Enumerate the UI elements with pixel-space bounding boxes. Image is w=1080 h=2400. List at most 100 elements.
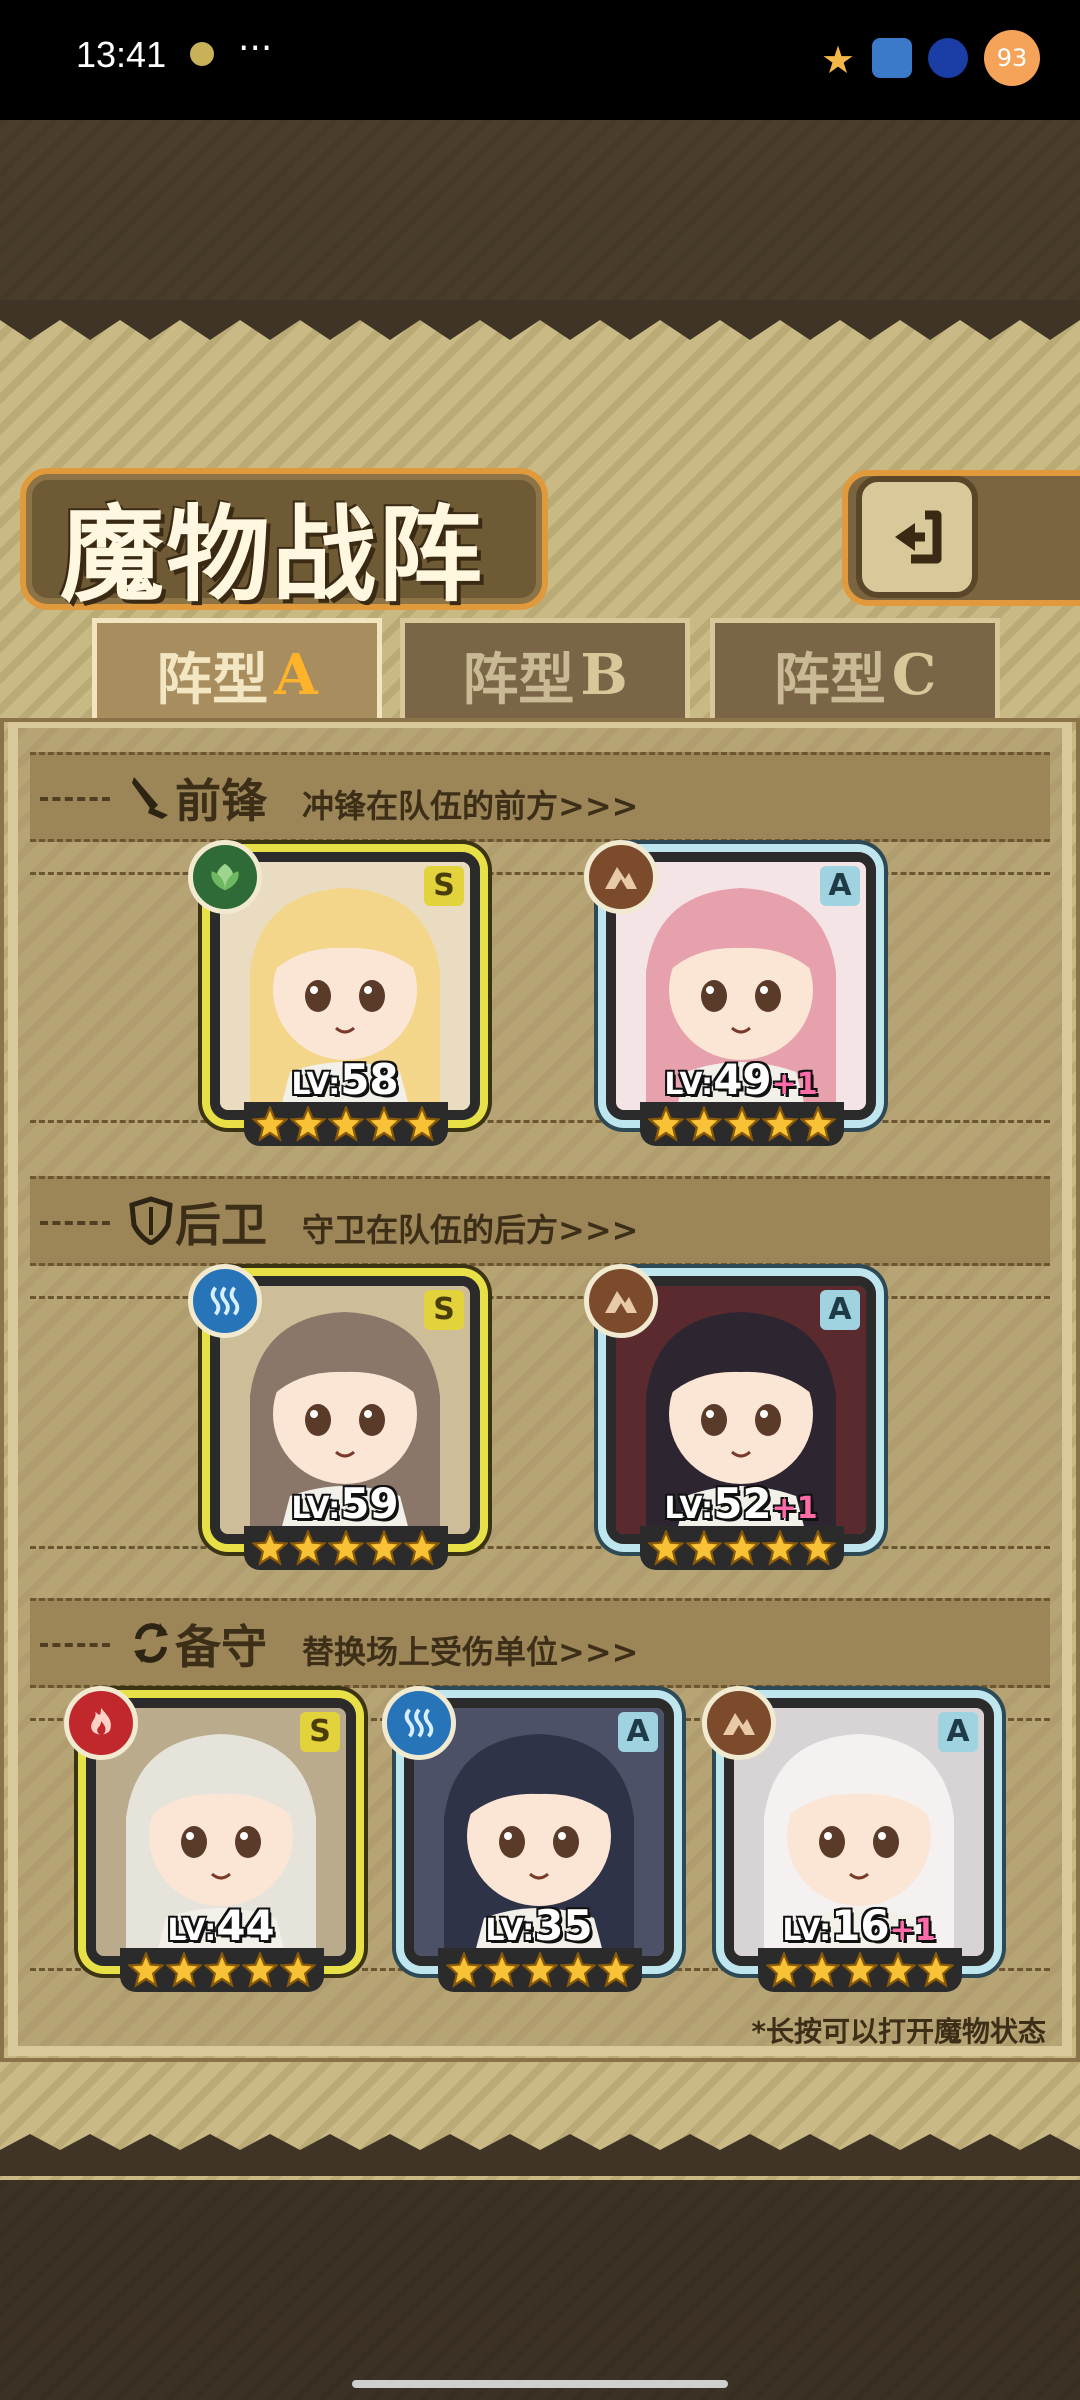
section-subtitle: 冲锋在队伍的前方>>> [302,787,639,825]
star-icon [280,1952,316,1988]
row-divider [30,1546,1050,1549]
unit-level: LV:49+1 [616,1055,866,1104]
level-value: 52 [713,1479,772,1528]
home-indicator[interactable] [352,2380,728,2388]
status-time: 13:41 [76,34,167,75]
fire-element-icon [64,1686,138,1760]
star-icon [724,1530,760,1566]
star-icon [724,1106,760,1142]
torn-edge-bottom [0,2134,1080,2176]
rank-badge: A [938,1712,978,1752]
level-prefix: LV: [291,1491,341,1526]
rank-badge: A [820,1290,860,1330]
torn-edge-top [0,300,1080,340]
star-rating [758,1948,962,1992]
section-title: 备守 [175,1620,267,1674]
star-icon [128,1952,164,1988]
long-press-hint: *长按可以打开魔物状态 [751,2015,1046,2048]
level-prefix: LV: [664,1491,714,1526]
page-title: 魔物战阵 [60,493,485,616]
tab-label: 阵型 [773,646,886,713]
unit-level: LV:59 [220,1479,470,1528]
tab-label: 阵型 [462,646,575,713]
row-divider [30,1296,1050,1299]
level-value: 59 [340,1479,399,1528]
row-divider [30,872,1050,875]
unit-level: LV:44 [96,1901,346,1950]
star-icon [290,1530,326,1566]
level-value: 16 [831,1901,890,1950]
divider [40,1643,110,1647]
star-rating [438,1948,642,1992]
water-element-icon [188,1264,262,1338]
rock-element-icon [584,1264,658,1338]
sword-icon [132,777,168,819]
rank-badge: A [820,866,860,906]
star-rating [640,1526,844,1570]
star-rating [244,1102,448,1146]
star-icon [800,1530,836,1566]
star-icon [686,1530,722,1566]
level-prefix: LV: [291,1067,341,1102]
status-bar: 13:41 ··· ★ 93 [0,0,1080,120]
rank-badge: S [424,866,464,906]
star-icon [484,1952,520,1988]
section-subtitle: 守卫在队伍的后方>>> [302,1211,639,1249]
level-value: 44 [216,1901,275,1950]
star-icon [328,1530,364,1566]
level-prefix: LV: [485,1913,535,1948]
star-icon [366,1106,402,1142]
back-button[interactable] [856,476,978,598]
star-icon [648,1530,684,1566]
swap-icon [134,1623,168,1663]
rank-badge: S [424,1290,464,1330]
star-icon [166,1952,202,1988]
rank-badge: S [300,1712,340,1752]
star-icon [762,1530,798,1566]
section-header-back: 后卫 守卫在队伍的后方>>> [30,1176,1050,1266]
tab-formation-b[interactable]: 阵型 B [400,618,690,732]
level-prefix: LV: [664,1067,714,1102]
star-icon [762,1106,798,1142]
water-element-icon [382,1686,456,1760]
star-icon [366,1530,402,1566]
star-icon [766,1952,802,1988]
grass-element-icon [188,840,262,914]
level-value: 49 [713,1055,772,1104]
app-notification-icon [190,42,214,66]
divider [40,797,110,801]
section-header-reserve: 备守 替换场上受伤单位>>> [30,1598,1050,1688]
star-icon [686,1106,722,1142]
star-icon [648,1106,684,1142]
tab-letter: C [891,642,937,708]
more-notifications-icon: ··· [238,28,273,69]
section-subtitle: 替换场上受伤单位>>> [302,1633,639,1671]
star-icon [252,1106,288,1142]
star-icon [842,1952,878,1988]
level-value: 35 [534,1901,593,1950]
level-plus: +1 [771,1067,818,1102]
star-icon [522,1952,558,1988]
level-plus: +1 [771,1491,818,1526]
rock-element-icon [584,840,658,914]
battery-indicator: 93 [984,30,1040,86]
star-icon [252,1530,288,1566]
tab-formation-a[interactable]: 阵型 A [92,618,382,732]
star-icon [242,1952,278,1988]
rank-badge: A [618,1712,658,1752]
star-icon [880,1952,916,1988]
level-prefix: LV: [167,1913,217,1948]
star-icon [404,1106,440,1142]
gallery-app-icon [872,38,912,78]
return-arrow-icon [895,510,942,564]
star-rating [120,1948,324,1992]
section-title: 后卫 [175,1198,267,1252]
unit-level: LV:35 [414,1901,664,1950]
star-icon [598,1952,634,1988]
level-value: 58 [340,1055,399,1104]
star-icon [560,1952,596,1988]
unit-level: LV:58 [220,1055,470,1104]
tab-formation-c[interactable]: 阵型 C [710,618,1000,732]
qq-app-icon [928,38,968,78]
shield-icon [129,1196,173,1245]
